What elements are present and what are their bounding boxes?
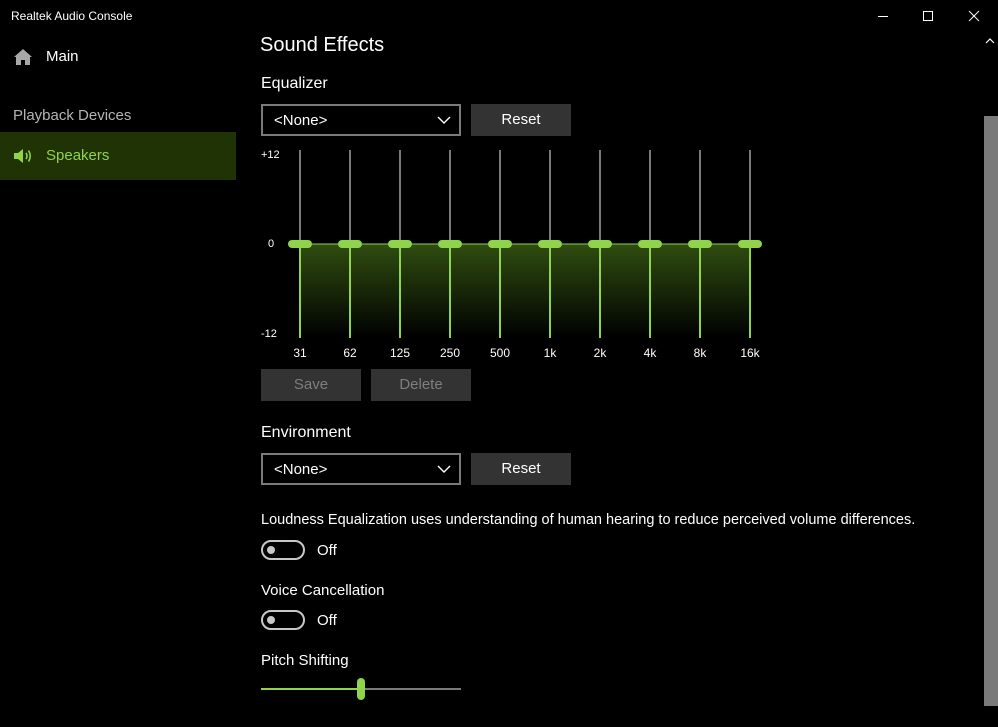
equalizer-preset-value: <None> [274,112,328,129]
eq-band-label-4k: 4k [643,346,657,360]
eq-band-thumb-8k[interactable] [688,240,712,248]
eq-band-label-125: 125 [389,346,411,360]
sidebar-item-label: Main [46,48,79,65]
eq-band-label-31: 31 [293,346,307,360]
pitch-shifting-slider[interactable] [261,677,461,701]
equalizer-sliders [288,150,762,338]
equalizer-curve-fill [300,244,750,338]
environment-heading: Environment [261,424,351,441]
home-icon [14,49,32,65]
page-title: Sound Effects [260,34,385,56]
equalizer-preset-dropdown[interactable]: <None> [261,104,461,136]
slider-thumb[interactable] [357,678,365,700]
slider-fill [261,688,361,690]
app-title: Realtek Audio Console [11,9,133,23]
eq-band-thumb-4k[interactable] [638,240,662,248]
sidebar-item-main[interactable]: Main [0,42,236,72]
eq-band-thumb-1k[interactable] [538,240,562,248]
sidebar-item-speakers[interactable]: Speakers [0,132,236,180]
eq-band-label-500: 500 [489,346,511,360]
eq-band-thumb-500[interactable] [488,240,512,248]
voice-cancellation-state: Off [317,612,337,629]
eq-band-label-250: 250 [439,346,461,360]
section-heading-playback-devices: Playback Devices [13,107,132,124]
eq-band-thumb-2k[interactable] [588,240,612,248]
loudness-equalization-state: Off [317,542,337,559]
toggle-knob [267,616,275,624]
scrollbar-thumb[interactable] [984,116,998,706]
eq-band-thumb-16k[interactable] [738,240,762,248]
pitch-shifting-heading: Pitch Shifting [261,652,349,669]
eq-band-label-16k: 16k [740,346,760,360]
equalizer-save-button[interactable]: Save [261,369,361,401]
environment-reset-button[interactable]: Reset [471,453,571,485]
chevron-down-icon [437,465,451,473]
eq-band-label-1k: 1k [543,346,557,360]
speaker-icon [14,149,32,163]
chevron-down-icon [437,116,451,124]
eq-band-label-8k: 8k [693,346,707,360]
equalizer-graph: +12 0 -12 31 62 125 250 500 1k 2k 4k 8k 16k [261,146,781,366]
environment-preset-dropdown[interactable]: <None> [261,453,461,485]
eq-band-thumb-31[interactable] [288,240,312,248]
vertical-scrollbar[interactable] [982,32,998,727]
loudness-equalization-description: Loudness Equalization uses understanding… [261,512,916,528]
eq-band-thumb-250[interactable] [438,240,462,248]
eq-band-label-2k: 2k [593,346,607,360]
scroll-up-arrow-icon[interactable] [984,36,996,46]
eq-band-thumb-62[interactable] [338,240,362,248]
equalizer-reset-button[interactable]: Reset [471,104,571,136]
equalizer-delete-button[interactable]: Delete [371,369,471,401]
voice-cancellation-heading: Voice Cancellation [261,582,385,599]
sidebar-item-label: Speakers [46,147,110,164]
sidebar: Main Playback Devices Speakers [0,32,236,727]
equalizer-heading: Equalizer [261,75,328,92]
eq-band-label-62: 62 [343,346,357,360]
main-content: Sound Effects Equalizer <None> Reset +12… [236,0,980,727]
eq-band-thumb-125[interactable] [388,240,412,248]
loudness-equalization-toggle[interactable] [261,540,305,560]
voice-cancellation-toggle[interactable] [261,610,305,630]
toggle-knob [267,546,275,554]
environment-preset-value: <None> [274,461,328,478]
